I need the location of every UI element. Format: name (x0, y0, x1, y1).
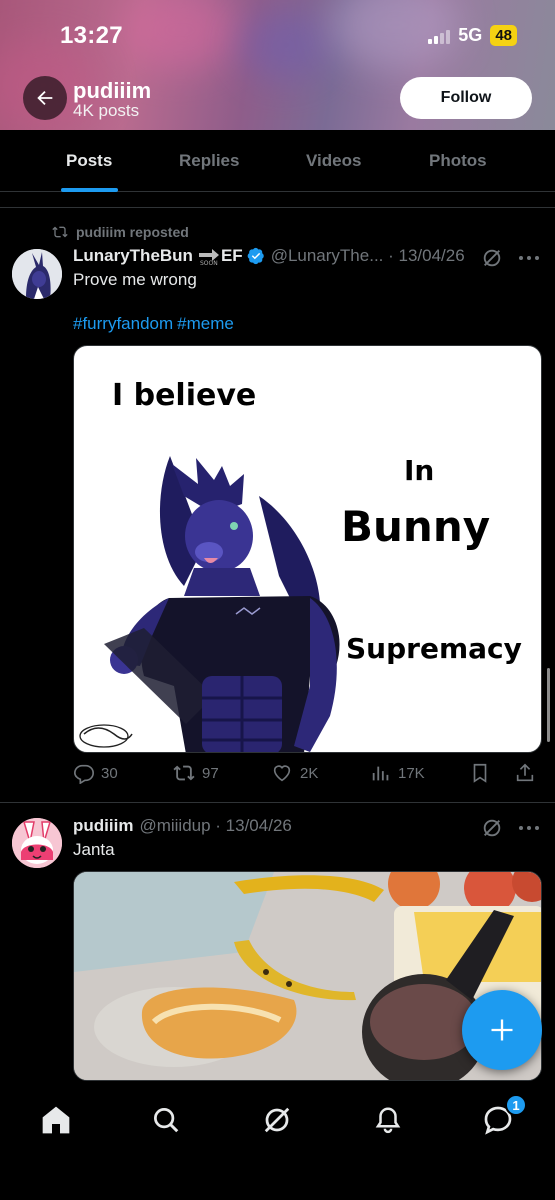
scrollbar[interactable] (547, 668, 550, 742)
post-handle-date: @miiidup · 13/04/26 (139, 816, 292, 835)
plus-icon (491, 1019, 513, 1041)
repost-icon (52, 226, 68, 238)
tab-posts[interactable]: Posts (66, 151, 112, 171)
tab-videos[interactable]: Videos (306, 151, 361, 171)
nav-home[interactable] (36, 1100, 76, 1140)
post-header: LunaryTheBun SOON EF @LunaryThe... · 13/… (73, 246, 465, 266)
nav-notifications[interactable] (368, 1100, 408, 1140)
more-button[interactable] (516, 246, 542, 270)
messages-badge: 1 (505, 1094, 527, 1116)
battery-icon: 48 (490, 25, 517, 46)
post-header: pudiiim @miiidup · 13/04/26 (73, 816, 292, 836)
reply-count: 30 (101, 764, 118, 782)
profile-tabs: Posts Replies Videos Photos (0, 130, 555, 192)
like-count: 2K (300, 764, 319, 782)
post-handle-date: @LunaryThe... · 13/04/26 (270, 246, 465, 265)
status-indicators: 5G 48 (428, 25, 517, 46)
follow-button[interactable]: Follow (400, 77, 532, 119)
svg-text:SOON: SOON (200, 260, 218, 266)
grok-button[interactable] (480, 246, 504, 270)
verified-icon (247, 247, 264, 265)
view-count: 17K (398, 764, 425, 782)
repost-count: 97 (202, 764, 219, 782)
bookmark-icon (473, 763, 487, 783)
arrow-left-icon (37, 90, 53, 106)
share-icon (516, 763, 534, 782)
hashtags: #furryfandom #meme (73, 314, 238, 334)
heart-icon (273, 765, 291, 782)
active-tab-indicator (61, 188, 118, 192)
analytics-icon (372, 766, 389, 781)
author-name[interactable]: pudiiim (73, 816, 133, 836)
profile-header: 13:27 5G 48 pudiiim 4K posts Follow (0, 0, 555, 130)
hashtag-link[interactable]: #meme (177, 314, 234, 333)
compose-button[interactable] (462, 990, 542, 1070)
post-image[interactable]: I believe In Bunny Supremacy (73, 345, 542, 753)
posts-count: 4K posts (73, 101, 140, 120)
meme-caption-line: In (404, 454, 435, 487)
grok-icon (264, 1107, 290, 1133)
signal-icon (428, 28, 451, 44)
bookmark-button[interactable] (469, 762, 491, 784)
views-button[interactable]: 17K (370, 762, 425, 784)
repost-icon (173, 765, 195, 781)
more-button[interactable] (516, 816, 542, 840)
divider (0, 207, 555, 208)
network-label: 5G (458, 25, 483, 45)
tab-photos[interactable]: Photos (429, 151, 487, 171)
status-time: 13:27 (60, 22, 123, 49)
soon-arrow-icon: SOON (198, 249, 219, 266)
bell-icon (375, 1107, 401, 1134)
like-button[interactable]: 2K (270, 762, 318, 784)
grok-button[interactable] (480, 816, 504, 840)
avatar[interactable] (12, 818, 62, 868)
hashtag-link[interactable]: #furryfandom (73, 314, 173, 333)
nav-grok[interactable] (257, 1100, 297, 1140)
post-actions: 30 97 2K 17K (73, 762, 543, 790)
repost-indicator: pudiiim reposted (52, 224, 189, 240)
back-button[interactable] (23, 76, 67, 120)
author-suffix: EF (220, 246, 243, 265)
repost-label: pudiiim reposted (76, 224, 189, 240)
meme-caption-line: Bunny (341, 502, 491, 551)
home-icon (42, 1106, 70, 1134)
grok-icon (483, 249, 501, 267)
post-text: Prove me wrong (73, 270, 197, 289)
more-icon (519, 256, 539, 260)
nav-search[interactable] (146, 1100, 186, 1140)
post-text: Janta (73, 840, 115, 859)
divider (0, 802, 555, 803)
avatar-image (12, 818, 62, 868)
bottom-navigation: 1 (0, 1082, 555, 1200)
tab-replies[interactable]: Replies (179, 151, 239, 171)
meme-caption-line: I believe (112, 378, 257, 413)
avatar-image (12, 249, 62, 299)
avatar[interactable] (12, 249, 62, 299)
grok-icon (483, 819, 501, 837)
meme-caption-line: Supremacy (346, 632, 522, 665)
reply-button[interactable]: 30 (73, 762, 118, 784)
more-icon (519, 826, 539, 830)
reply-icon (74, 764, 94, 784)
repost-button[interactable]: 97 (172, 762, 219, 784)
search-icon (154, 1108, 179, 1133)
share-button[interactable] (514, 762, 536, 784)
author-name[interactable]: LunaryTheBun (73, 246, 193, 266)
